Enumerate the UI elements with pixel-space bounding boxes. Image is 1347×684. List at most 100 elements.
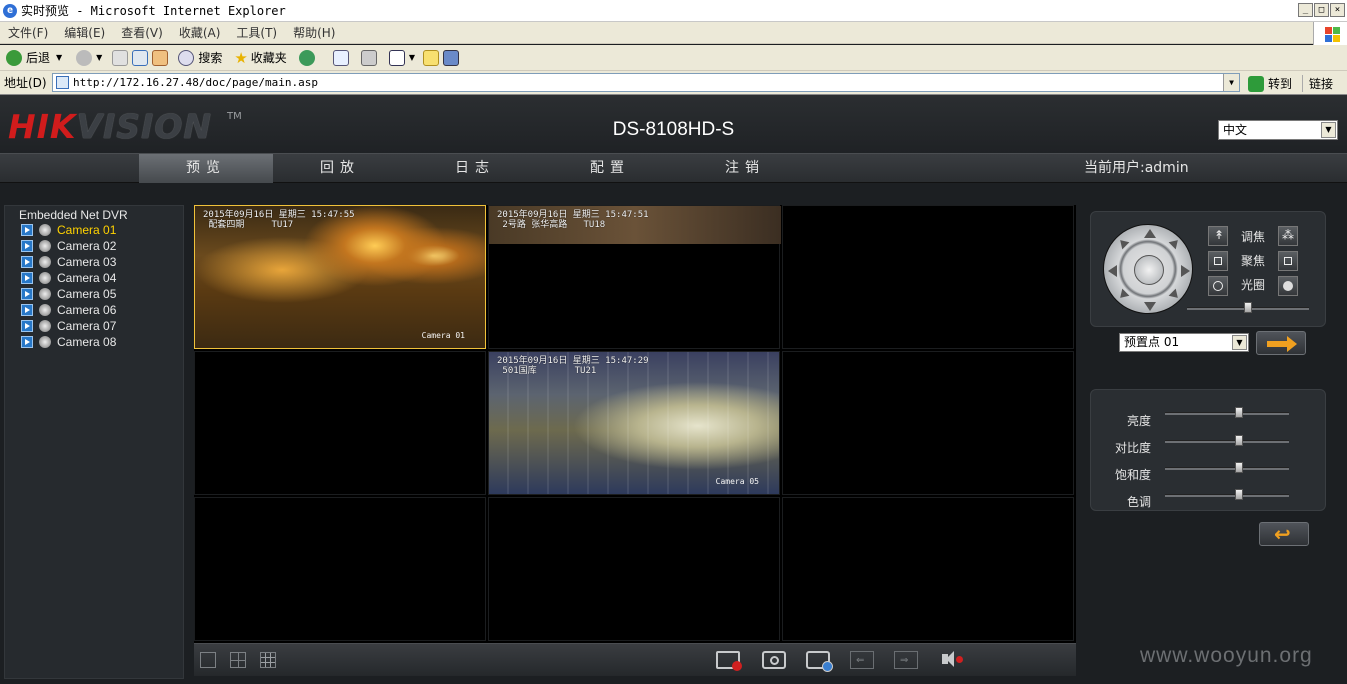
chevron-down-icon[interactable]: ▼ xyxy=(1232,335,1247,350)
slider-handle[interactable] xyxy=(1244,302,1252,313)
close-button[interactable]: × xyxy=(1330,3,1345,17)
tab-log[interactable]: 日志 xyxy=(408,154,542,183)
focus-near-icon[interactable] xyxy=(1208,251,1228,271)
play-icon[interactable] xyxy=(21,256,33,268)
slider-handle[interactable] xyxy=(1234,462,1243,473)
snapshot-camera-icon[interactable] xyxy=(762,651,786,669)
camera-item[interactable]: Camera 04 xyxy=(5,270,183,286)
video-cell-5[interactable]: 2015年09月16日 星期三 15:47:29 501国库 TU21 Came… xyxy=(488,351,780,495)
play-icon[interactable] xyxy=(21,272,33,284)
video-cell-9[interactable] xyxy=(782,497,1074,641)
ptz-auto-rotate-icon[interactable] xyxy=(1134,255,1164,285)
tab-config[interactable]: 配置 xyxy=(543,154,677,183)
stop-all-preview-icon[interactable] xyxy=(716,651,742,671)
slider-handle[interactable] xyxy=(1234,489,1243,500)
brightness-slider[interactable] xyxy=(1165,407,1289,418)
layout-1x1-icon[interactable] xyxy=(200,652,216,668)
language-select[interactable]: 中文 ▼ xyxy=(1218,120,1338,140)
chevron-down-icon[interactable]: ▼ xyxy=(1223,74,1239,91)
play-icon[interactable] xyxy=(21,224,33,236)
ptz-up-right-icon[interactable] xyxy=(1168,236,1182,250)
tab-logout[interactable]: 注销 xyxy=(678,154,812,183)
video-cell-4[interactable] xyxy=(194,351,486,495)
note-icon[interactable] xyxy=(422,49,439,66)
speaker-muted-icon[interactable] xyxy=(940,651,964,669)
video-cell-1[interactable]: 2015年09月16日 星期三 15:47:55 配套四期 TU17 Camer… xyxy=(194,205,486,349)
layout-2x2-icon[interactable] xyxy=(230,652,246,668)
layout-3x3-icon[interactable] xyxy=(260,652,276,668)
minimize-button[interactable]: _ xyxy=(1298,3,1313,17)
ptz-speed-slider[interactable] xyxy=(1187,302,1309,313)
chevron-down-icon[interactable]: ▼ xyxy=(1321,122,1336,138)
tree-root[interactable]: Embedded Net DVR xyxy=(5,206,183,222)
ptz-up-left-icon[interactable] xyxy=(1116,236,1130,250)
mail-icon[interactable] xyxy=(332,49,349,66)
menu-edit[interactable]: 编辑(E) xyxy=(64,24,105,41)
play-icon[interactable] xyxy=(21,336,33,348)
camera-item[interactable]: Camera 01 xyxy=(5,222,183,238)
prev-page-icon[interactable]: ⇐ xyxy=(850,651,874,669)
menu-favorites[interactable]: 收藏(A) xyxy=(179,24,221,41)
print-icon[interactable] xyxy=(360,49,377,66)
ptz-down-right-icon[interactable] xyxy=(1168,288,1182,302)
edit-icon[interactable] xyxy=(388,49,405,66)
favorites-button[interactable]: ★ 收藏夹 xyxy=(234,49,286,67)
forward-button[interactable]: ▼ xyxy=(68,49,102,66)
zoom-in-icon[interactable]: ↟ xyxy=(1208,226,1228,246)
slider-handle[interactable] xyxy=(1234,435,1243,446)
camera-item[interactable]: Camera 05 xyxy=(5,286,183,302)
contrast-slider[interactable] xyxy=(1165,435,1289,446)
maximize-button[interactable]: □ xyxy=(1314,3,1329,17)
camera-item[interactable]: Camera 02 xyxy=(5,238,183,254)
address-input[interactable]: http://172.16.27.48/doc/page/main.asp ▼ xyxy=(52,73,1240,92)
menu-view[interactable]: 查看(V) xyxy=(121,24,163,41)
tab-playback[interactable]: 回放 xyxy=(273,154,407,183)
home-icon[interactable] xyxy=(152,49,169,66)
search-button[interactable]: 搜索 xyxy=(178,49,222,66)
preset-call-button[interactable] xyxy=(1256,331,1306,355)
iris-close-icon[interactable] xyxy=(1278,276,1298,296)
preset-select[interactable]: 预置点 01 ▼ xyxy=(1119,333,1249,352)
iris-open-icon[interactable] xyxy=(1208,276,1228,296)
messenger-icon[interactable] xyxy=(442,49,459,66)
play-icon[interactable] xyxy=(21,288,33,300)
links-button[interactable]: 链接 xyxy=(1302,75,1333,92)
menu-tools[interactable]: 工具(T) xyxy=(236,24,277,41)
history-icon[interactable] xyxy=(298,49,315,66)
play-icon[interactable] xyxy=(21,304,33,316)
ptz-down-icon[interactable] xyxy=(1144,302,1156,311)
restore-default-button[interactable] xyxy=(1259,522,1309,546)
back-button[interactable]: 后退 ▼ xyxy=(6,49,62,66)
camera-item[interactable]: Camera 07 xyxy=(5,318,183,334)
stop-icon[interactable] xyxy=(112,49,129,66)
ptz-left-icon[interactable] xyxy=(1108,265,1117,277)
video-cell-8[interactable] xyxy=(488,497,780,641)
camera-item[interactable]: Camera 08 xyxy=(5,334,183,350)
chevron-down-icon[interactable]: ▼ xyxy=(409,53,415,62)
menu-file[interactable]: 文件(F) xyxy=(8,24,48,41)
next-page-icon[interactable]: ⇒ xyxy=(894,651,918,669)
video-cell-6[interactable] xyxy=(782,351,1074,495)
video-cell-3[interactable] xyxy=(782,205,1074,349)
camera-item[interactable]: Camera 06 xyxy=(5,302,183,318)
tab-preview[interactable]: 预览 xyxy=(139,154,273,183)
ptz-up-icon[interactable] xyxy=(1144,229,1156,238)
ptz-right-icon[interactable] xyxy=(1181,265,1190,277)
ptz-direction-dial[interactable] xyxy=(1103,224,1193,314)
hue-slider[interactable] xyxy=(1165,489,1289,500)
video-cell-2[interactable]: 2015年09月16日 星期三 15:47:51 2号路 张华高路 TU18 xyxy=(488,205,781,349)
menu-help[interactable]: 帮助(H) xyxy=(293,24,335,41)
language-value: 中文 xyxy=(1223,123,1248,137)
saturation-slider[interactable] xyxy=(1165,462,1289,473)
go-button[interactable]: 转到 xyxy=(1248,75,1292,92)
refresh-icon[interactable] xyxy=(132,49,149,66)
zoom-out-icon[interactable]: ⁂ xyxy=(1278,226,1298,246)
play-icon[interactable] xyxy=(21,240,33,252)
play-icon[interactable] xyxy=(21,320,33,332)
slider-handle[interactable] xyxy=(1234,407,1243,418)
focus-far-icon[interactable] xyxy=(1278,251,1298,271)
ptz-down-left-icon[interactable] xyxy=(1116,288,1130,302)
video-cell-7[interactable] xyxy=(194,497,486,641)
camera-item[interactable]: Camera 03 xyxy=(5,254,183,270)
record-video-icon[interactable] xyxy=(806,651,833,672)
